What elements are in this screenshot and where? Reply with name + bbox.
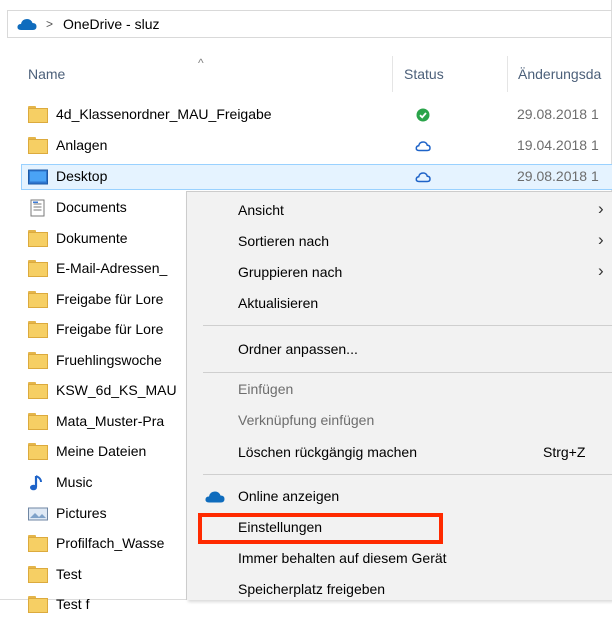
folder-icon — [28, 137, 48, 155]
list-item[interactable]: 4d_Klassenordner_MAU_Freigabe 29.08.2018 … — [21, 102, 612, 128]
sort-ascending-icon: ^ — [198, 56, 204, 70]
menu-item-verknuepfung-einfuegen[interactable]: Verknüpfung einfügen — [187, 406, 612, 434]
documents-icon — [30, 199, 45, 217]
menu-item-speicherplatz-freigeben[interactable]: Speicherplatz freigeben — [187, 575, 612, 603]
folder-icon — [28, 535, 48, 553]
menu-item-label: Aktualisieren — [238, 295, 319, 311]
menu-item-aktualisieren[interactable]: Aktualisieren — [187, 289, 612, 317]
file-name: 4d_Klassenordner_MAU_Freigabe — [56, 106, 272, 122]
folder-icon — [28, 382, 48, 400]
folder-icon — [28, 230, 48, 248]
column-divider[interactable] — [392, 56, 393, 92]
file-name: Music — [56, 474, 93, 490]
menu-item-gruppieren[interactable]: Gruppieren nach › — [187, 258, 612, 286]
file-name: KSW_6d_KS_MAU — [56, 382, 177, 398]
folder-icon — [28, 413, 48, 431]
folder-icon — [28, 106, 48, 124]
file-date: 29.08.2018 1 — [517, 106, 599, 122]
file-name: Pictures — [56, 505, 107, 521]
menu-item-online-anzeigen[interactable]: Online anzeigen — [187, 482, 612, 510]
file-name: Dokumente — [56, 230, 128, 246]
file-name: E-Mail-Adressen_ — [56, 260, 168, 276]
menu-separator — [203, 372, 612, 373]
column-header-bar: ^ Name Status Änderungsda — [0, 56, 612, 92]
file-name: Desktop — [56, 168, 108, 184]
file-name: Fruehlingswoche — [56, 352, 162, 368]
breadcrumb-onedrive[interactable]: OneDrive - sluz — [63, 16, 159, 32]
file-name: Profilfach_Wasse — [56, 535, 165, 551]
menu-separator — [203, 325, 612, 326]
file-name: Freigabe für Lore — [56, 291, 164, 307]
file-name: Test f — [56, 596, 90, 612]
column-header-name[interactable]: Name — [28, 66, 65, 82]
file-name: Meine Dateien — [56, 443, 147, 459]
menu-shortcut: Strg+Z — [543, 444, 586, 460]
synced-check-icon — [416, 108, 430, 122]
music-icon — [30, 475, 42, 491]
menu-item-label: Ordner anpassen... — [238, 341, 358, 357]
file-name: Test — [56, 566, 82, 582]
menu-item-loeschen-rueckgaengig[interactable]: Löschen rückgängig machen Strg+Z — [187, 438, 612, 466]
pictures-icon — [28, 507, 48, 521]
folder-icon — [28, 566, 48, 584]
menu-item-ansicht[interactable]: Ansicht › — [187, 196, 612, 224]
chevron-right-icon: › — [598, 199, 604, 218]
menu-item-immer-behalten[interactable]: Immer behalten auf diesem Gerät — [187, 544, 612, 572]
onedrive-cloud-icon — [17, 19, 37, 30]
onedrive-cloud-icon — [205, 491, 225, 503]
menu-item-ordner-anpassen[interactable]: Ordner anpassen... — [187, 335, 612, 363]
menu-item-label: Verknüpfung einfügen — [238, 412, 375, 428]
menu-item-label: Sortieren nach — [238, 233, 330, 249]
column-header-status[interactable]: Status — [404, 66, 444, 82]
list-item[interactable]: Desktop 29.08.2018 1 — [21, 164, 612, 190]
list-item[interactable]: Anlagen 19.04.2018 1 — [21, 133, 612, 159]
folder-icon — [28, 260, 48, 278]
menu-item-sortieren[interactable]: Sortieren nach › — [187, 227, 612, 255]
file-name: Documents — [56, 199, 127, 215]
menu-item-label: Gruppieren nach — [238, 264, 343, 280]
folder-icon — [28, 443, 48, 461]
menu-item-label: Ansicht — [238, 202, 284, 218]
file-name: Mata_Muster-Pra — [56, 413, 165, 429]
folder-icon — [28, 352, 48, 370]
highlight-box-einstellungen — [198, 513, 443, 544]
menu-separator — [203, 474, 612, 475]
column-divider[interactable] — [507, 56, 508, 92]
cloud-online-only-icon — [415, 172, 431, 183]
chevron-right-icon: › — [598, 261, 604, 280]
menu-item-label: Immer behalten auf diesem Gerät — [238, 550, 447, 566]
file-date: 29.08.2018 1 — [517, 168, 599, 184]
file-name: Anlagen — [56, 137, 108, 153]
chevron-right-icon: › — [598, 230, 604, 249]
menu-item-label: Online anzeigen — [238, 488, 340, 504]
folder-icon — [28, 596, 48, 614]
cloud-online-only-icon — [415, 141, 431, 152]
address-bar[interactable]: > OneDrive - sluz — [7, 10, 612, 38]
folder-icon — [28, 321, 48, 339]
folder-icon — [28, 291, 48, 309]
menu-item-label: Einfügen — [238, 381, 294, 397]
menu-item-einfuegen[interactable]: Einfügen — [187, 375, 612, 403]
menu-item-label: Löschen rückgängig machen — [238, 444, 418, 460]
desktop-folder-icon — [28, 169, 48, 185]
file-name: Freigabe für Lore — [56, 321, 164, 337]
file-date: 19.04.2018 1 — [517, 137, 599, 153]
column-header-date[interactable]: Änderungsda — [518, 66, 601, 82]
menu-item-label: Speicherplatz freigeben — [238, 581, 386, 597]
chevron-right-icon[interactable]: > — [46, 17, 53, 31]
